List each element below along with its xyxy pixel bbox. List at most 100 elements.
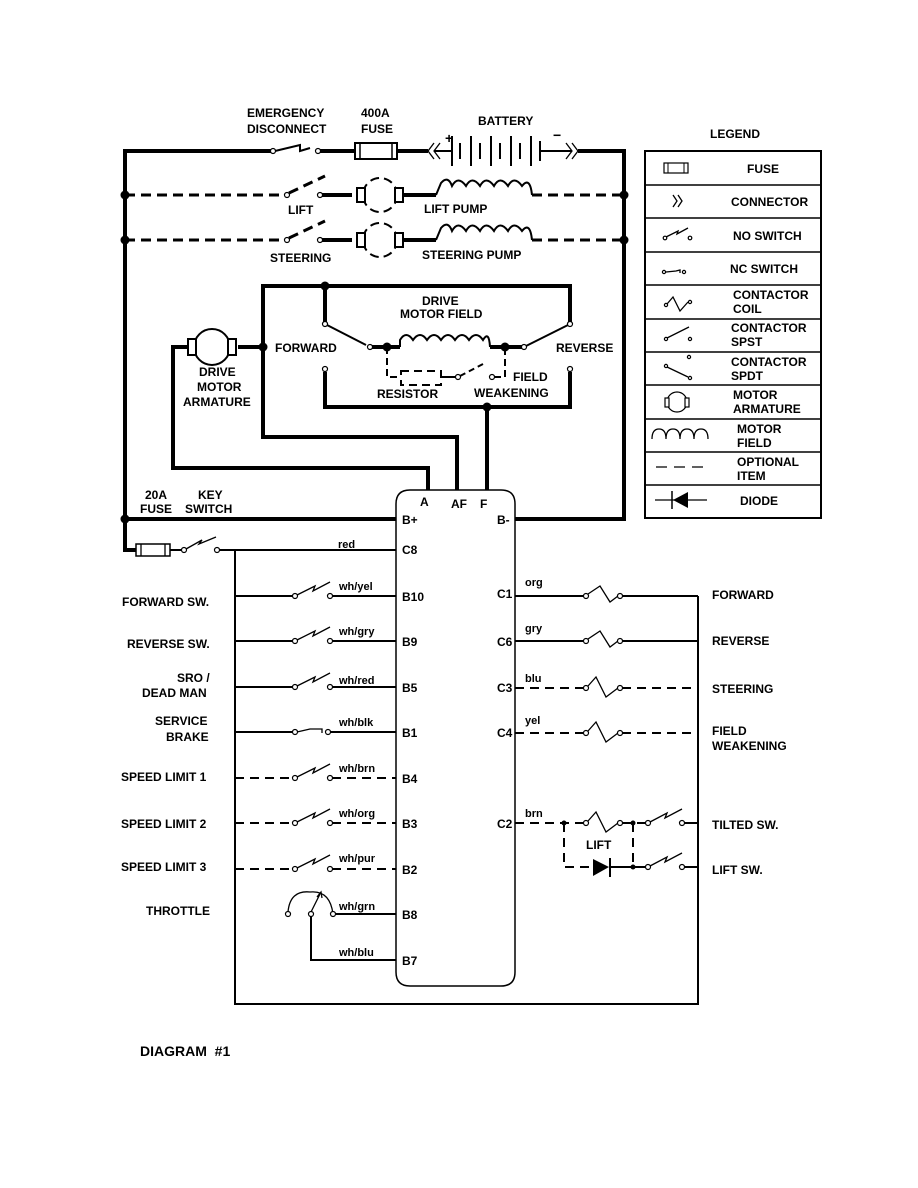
key-fuse-label-2: FUSE (140, 502, 172, 516)
pin-c1: C1 (497, 587, 513, 601)
steering-coil-icon (587, 675, 619, 698)
reverse-contactor-label: REVERSE (556, 341, 613, 355)
emergency-label-2: DISCONNECT (247, 122, 327, 136)
service-brake-switch-icon (296, 728, 323, 733)
sro-label-1: SRO / (177, 671, 210, 685)
pin-b5: B5 (402, 681, 418, 695)
wiring-diagram: EMERGENCY DISCONNECT 400A FUSE BATTERY +… (120, 106, 822, 1059)
pin-c6: C6 (497, 635, 513, 649)
steering-pump-field-icon (435, 223, 533, 241)
power-circuit: EMERGENCY DISCONNECT 400A FUSE BATTERY +… (120, 106, 629, 557)
armature-label-3: ARMATURE (183, 395, 251, 409)
speed-limit-2-label: SPEED LIMIT 2 (121, 817, 207, 831)
legend-label: SPST (731, 335, 763, 349)
lift-switch-label: LIFT (288, 203, 314, 217)
legend-label: FUSE (747, 162, 779, 176)
wire-org: org (525, 577, 543, 589)
service-brake-label-1: SERVICE (155, 714, 207, 728)
wire-wh-gry: wh/gry (338, 626, 375, 638)
field-weakening-coil-icon (587, 720, 619, 743)
legend-label: OPTIONAL (737, 455, 799, 469)
field-weakening-label-2: WEAKENING (474, 386, 549, 400)
output-circuits: org FORWARD gry REVERSE blu STEERING yel… (515, 577, 787, 877)
field-weakening-coil-label-2: WEAKENING (712, 739, 787, 753)
legend-label: COIL (733, 302, 762, 316)
tilted-switch-icon (649, 808, 683, 823)
forward-contactor-label: FORWARD (275, 341, 337, 355)
service-brake-label-2: BRAKE (166, 730, 209, 744)
wire-red: red (338, 539, 355, 551)
reverse-coil-icon (587, 630, 619, 648)
resistor-icon (400, 370, 442, 386)
reverse-sw-label: REVERSE SW. (127, 637, 210, 651)
lift-pump-motor-icon (356, 177, 404, 213)
steering-switch-label: STEERING (270, 251, 331, 265)
lift-sw-label: LIFT SW. (712, 863, 763, 877)
battery-label: BATTERY (478, 114, 533, 128)
pin-c4: C4 (497, 726, 513, 740)
lift-coil-label: LIFT (586, 838, 612, 852)
speed-limit-2-switch-icon (296, 808, 331, 823)
legend-label: CONNECTOR (731, 195, 808, 209)
pin-c8: C8 (402, 543, 418, 557)
sro-switch-icon (296, 672, 331, 687)
pin-b1: B1 (402, 726, 418, 740)
key-fuse-icon (135, 543, 171, 557)
legend-title: LEGEND (710, 127, 760, 141)
wire-gry: gry (525, 623, 543, 635)
legend-label: MOTOR (733, 388, 778, 402)
terminal-af: AF (451, 497, 467, 511)
field-weakening-coil-label-1: FIELD (712, 724, 747, 738)
legend-label: CONTACTOR (731, 321, 807, 335)
wire-wh-red: wh/red (338, 675, 374, 687)
controller: A AF F B+ C8 B10 B9 B5 B1 B4 B3 B2 B8 B7… (395, 489, 516, 987)
resistor-label: RESISTOR (377, 387, 438, 401)
terminal-f: F (480, 497, 487, 511)
wire-wh-blu: wh/blu (338, 947, 374, 959)
key-switch-label-1: KEY (198, 488, 223, 502)
terminal-a: A (420, 495, 429, 509)
pin-b8: B8 (402, 908, 418, 922)
field-weakening-label-1: FIELD (513, 370, 548, 384)
legend-label: CONTACTOR (731, 355, 807, 369)
key-switch-label-2: SWITCH (185, 502, 232, 516)
wire-yel: yel (525, 715, 540, 727)
wire-wh-yel: wh/yel (338, 581, 373, 593)
pin-b10: B10 (402, 590, 424, 604)
pin-b2: B2 (402, 863, 418, 877)
lift-coil-icon (587, 810, 619, 833)
wire-wh-org: wh/org (338, 808, 375, 820)
forward-coil-label: FORWARD (712, 588, 774, 602)
steering-pump-circuit (125, 219, 624, 258)
main-fuse-label-1: 400A (361, 106, 390, 120)
armature-label-2: MOTOR (197, 380, 242, 394)
legend-label: CONTACTOR (733, 288, 809, 302)
drive-motor-field-label-1: DRIVE (422, 294, 459, 308)
diagram-title: DIAGRAM #1 (140, 1043, 230, 1059)
legend-label: ARMATURE (733, 402, 801, 416)
drive-motor-field-icon (399, 334, 491, 348)
forward-switch-icon (296, 581, 331, 596)
main-fuse-icon (354, 142, 428, 160)
pin-b-plus: B+ (402, 513, 418, 527)
steering-coil-label: STEERING (712, 682, 773, 696)
emergency-label-1: EMERGENCY (247, 106, 324, 120)
legend: LEGEND FUSE CONNECTOR NO SWITCH NC SWITC… (644, 127, 822, 519)
lift-diode-icon (593, 859, 609, 876)
lift-pump-circuit (125, 174, 624, 213)
wire-blu: blu (525, 673, 542, 685)
pin-b-minus: B- (497, 513, 510, 527)
pin-c2: C2 (497, 817, 513, 831)
legend-label: NO SWITCH (733, 229, 802, 243)
emergency-disconnect-switch (269, 143, 355, 155)
speed-limit-1-switch-icon (296, 763, 331, 778)
reverse-switch-icon (296, 626, 331, 641)
tilted-sw-label: TILTED SW. (712, 818, 778, 832)
battery-plus-sign: + (445, 130, 453, 146)
speed-limit-3-label: SPEED LIMIT 3 (121, 860, 207, 874)
speed-limit-3-switch-icon (296, 854, 331, 869)
pin-b3: B3 (402, 817, 418, 831)
wire-wh-grn: wh/grn (338, 901, 375, 913)
throttle-label: THROTTLE (146, 904, 210, 918)
b-minus-bus (515, 149, 626, 521)
